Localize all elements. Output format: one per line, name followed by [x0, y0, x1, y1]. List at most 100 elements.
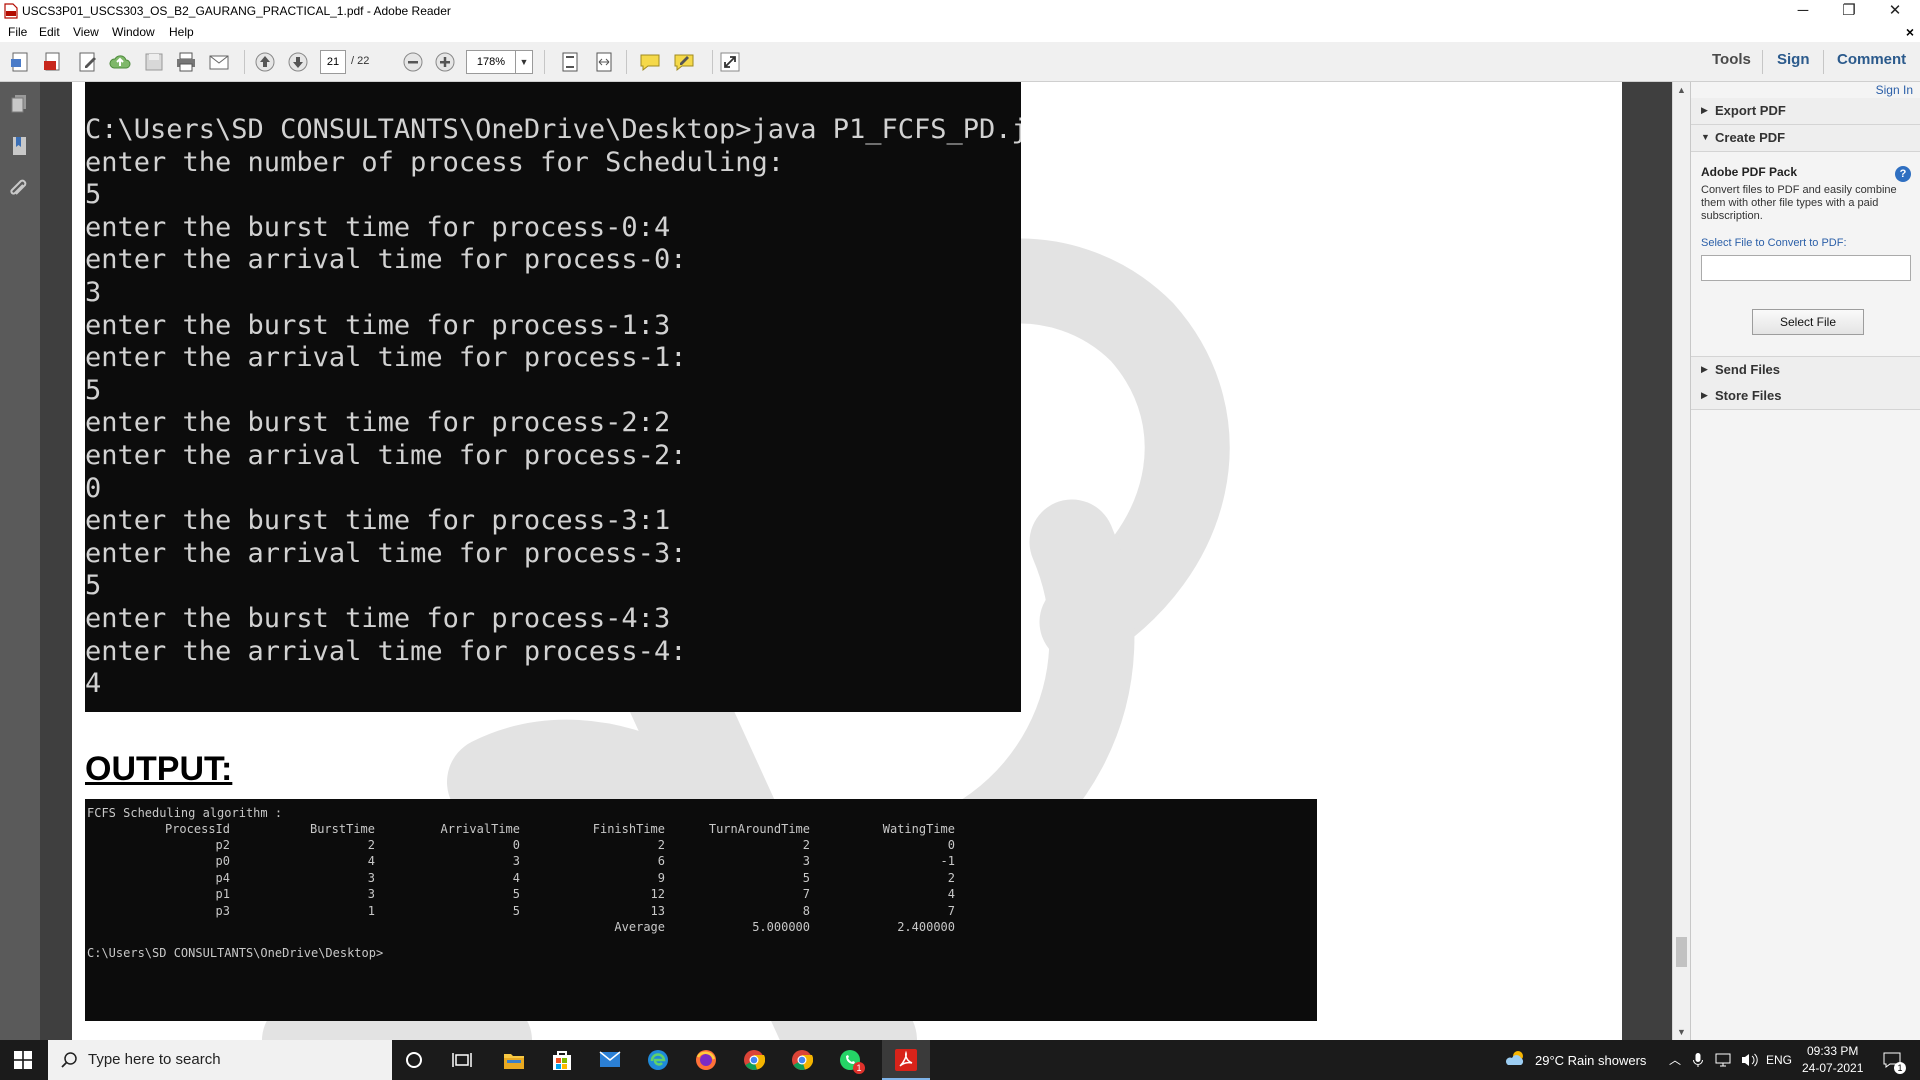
mail-icon: [599, 1051, 621, 1067]
language-indicator[interactable]: ENG: [1766, 1053, 1792, 1067]
scrollbar-thumb[interactable]: [1676, 937, 1687, 967]
print-icon[interactable]: [174, 50, 198, 74]
table-cell: 3: [802, 854, 810, 869]
terminal-line: 5: [85, 179, 102, 211]
edit-pdf-icon[interactable]: [76, 50, 100, 74]
table-cell: 12: [650, 887, 665, 902]
clock-time[interactable]: 09:33 PM: [1807, 1044, 1858, 1058]
notification-count-badge: 1: [1894, 1062, 1906, 1074]
mail-app[interactable]: [586, 1040, 634, 1080]
title-bar: USCS3P01_USCS303_OS_B2_GAURANG_PRACTICAL…: [0, 0, 1920, 22]
chrome-app[interactable]: [730, 1040, 778, 1080]
tray-expand-icon[interactable]: ︿: [1669, 1051, 1681, 1068]
tools-pane: Sign In ▶ Export PDF ▼ Create PDF Adobe …: [1690, 82, 1920, 1040]
comment-tab[interactable]: Comment: [1837, 51, 1906, 68]
store-app[interactable]: [538, 1040, 586, 1080]
windows-start-icon[interactable]: [14, 1051, 32, 1069]
table-cell: 4: [367, 854, 375, 869]
table-cell: 2: [947, 870, 955, 885]
export-pdf-section[interactable]: ▶ Export PDF: [1691, 98, 1920, 125]
menu-edit[interactable]: Edit: [39, 25, 60, 39]
page-number-input[interactable]: 21: [320, 50, 346, 74]
store-bag-icon: [553, 1051, 571, 1070]
zoom-in-icon[interactable]: [433, 50, 457, 74]
terminal-line: 3: [85, 277, 102, 308]
document-viewer[interactable]: C:\Users\SD CONSULTANTS\OneDrive\Desktop…: [40, 82, 1672, 1040]
terminal-line: enter the number of process for Scheduli…: [85, 146, 784, 178]
highlight-icon[interactable]: [672, 50, 696, 74]
table-header-cell: ProcessId: [164, 822, 230, 836]
weather-icon[interactable]: [1504, 1049, 1528, 1071]
close-button[interactable]: ✕: [1872, 0, 1918, 22]
terminal-line: 5: [85, 374, 102, 406]
edge-browser-icon: [648, 1050, 668, 1070]
terminal-line: enter the arrival time for process-3:: [85, 537, 687, 569]
menu-bar: File Edit View Window Help ×: [0, 22, 1920, 42]
scroll-up-icon[interactable]: ▲: [1673, 82, 1690, 98]
scroll-down-icon[interactable]: ▼: [1673, 1024, 1690, 1040]
store-files-section[interactable]: ▶ Store Files: [1691, 383, 1920, 410]
minimize-button[interactable]: ─: [1780, 0, 1826, 22]
vertical-scrollbar[interactable]: ▲ ▼: [1672, 82, 1690, 1040]
cortana-icon[interactable]: [405, 1051, 423, 1069]
send-files-label: Send Files: [1715, 362, 1781, 377]
previous-page-icon[interactable]: [253, 50, 277, 74]
select-file-label: Select File to Convert to PDF:: [1701, 237, 1847, 249]
output-heading: OUTPUT:: [85, 750, 233, 788]
menu-window[interactable]: Window: [112, 25, 155, 39]
zoom-out-icon[interactable]: [401, 50, 425, 74]
email-icon[interactable]: [207, 50, 231, 74]
zoom-level-input[interactable]: 178%: [466, 50, 516, 74]
combine-pdf-icon[interactable]: [41, 50, 65, 74]
menu-file[interactable]: File: [8, 25, 27, 39]
sticky-note-icon[interactable]: [638, 50, 662, 74]
zoom-dropdown-icon[interactable]: ▼: [516, 50, 533, 74]
chrome-app-2[interactable]: [778, 1040, 826, 1080]
file-explorer-app[interactable]: [490, 1040, 538, 1080]
table-cell: 7: [947, 903, 955, 918]
table-cell: 5: [802, 870, 810, 885]
edge-app[interactable]: [634, 1040, 682, 1080]
sign-in-link[interactable]: Sign In: [1876, 83, 1913, 97]
table-cell: -1: [940, 854, 955, 869]
file-path-input[interactable]: [1701, 255, 1911, 281]
restore-button[interactable]: ❐: [1826, 0, 1872, 22]
full-screen-icon[interactable]: [718, 50, 742, 74]
help-icon[interactable]: ?: [1895, 166, 1911, 182]
table-cell: p1: [215, 887, 230, 902]
attachments-icon[interactable]: [8, 176, 32, 200]
create-pdf-section[interactable]: ▼ Create PDF: [1691, 125, 1920, 152]
toolbar-separator: [626, 50, 627, 74]
sign-tab[interactable]: Sign: [1777, 51, 1810, 68]
menu-help[interactable]: Help: [169, 25, 194, 39]
weather-text[interactable]: 29°C Rain showers: [1535, 1053, 1646, 1068]
terminal-line: 5: [85, 570, 102, 602]
network-icon[interactable]: [1714, 1052, 1732, 1068]
fit-page-icon[interactable]: [558, 50, 582, 74]
terminal-line: enter the burst time for process-2:2: [85, 407, 671, 439]
adobe-reader-icon: [895, 1049, 917, 1071]
firefox-app[interactable]: [682, 1040, 730, 1080]
close-document-icon[interactable]: ×: [1906, 24, 1914, 40]
save-icon[interactable]: [142, 50, 166, 74]
next-page-icon[interactable]: [286, 50, 310, 74]
select-file-button[interactable]: Select File: [1752, 309, 1864, 335]
adobe-reader-app[interactable]: [882, 1040, 930, 1080]
cloud-upload-icon[interactable]: [108, 50, 132, 74]
fit-width-icon[interactable]: [592, 50, 616, 74]
tools-tab[interactable]: Tools: [1712, 51, 1751, 68]
send-files-section[interactable]: ▶ Send Files: [1691, 356, 1920, 384]
bookmarks-icon[interactable]: [8, 134, 32, 158]
volume-icon[interactable]: [1740, 1052, 1758, 1068]
microphone-icon[interactable]: [1692, 1052, 1704, 1068]
terminal-output-screenshot: FCFS Scheduling algorithm : ProcessId Bur…: [85, 799, 1317, 1021]
taskbar-search[interactable]: Type here to search: [48, 1040, 392, 1080]
table-header-cell: FinishTime: [592, 822, 665, 836]
clock-date[interactable]: 24-07-2021: [1802, 1061, 1863, 1075]
whatsapp-app[interactable]: 1: [826, 1040, 874, 1080]
task-view-icon[interactable]: [452, 1051, 472, 1069]
page-thumbnails-icon[interactable]: [8, 92, 32, 116]
menu-view[interactable]: View: [73, 25, 99, 39]
create-pdf-icon[interactable]: [9, 50, 33, 74]
table-cell: 2: [657, 838, 665, 852]
